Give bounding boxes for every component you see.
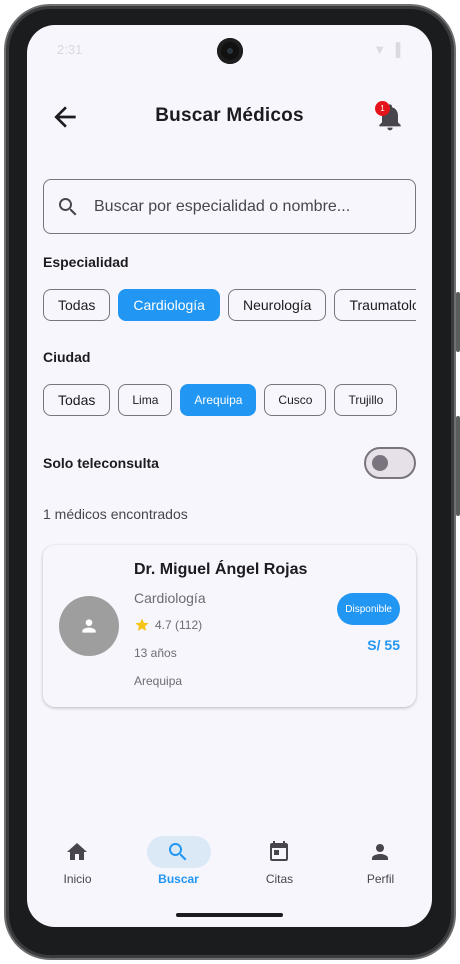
rating-text: 4.7 (112) — [155, 618, 203, 632]
bottom-navigation: Inicio Buscar Citas Perfil — [27, 822, 432, 902]
search-icon — [59, 198, 77, 216]
chip-specialty-neurologia[interactable]: Neurología — [227, 289, 327, 321]
chip-specialty-traumatologia[interactable]: Traumatolo — [334, 289, 416, 321]
app-screen: 2:31 ▼ ▌ Buscar Médicos 1 Especialidad T… — [27, 25, 432, 927]
specialty-chips: Todas Cardiología Neurología Traumatolo — [43, 289, 416, 321]
search-field[interactable] — [43, 179, 416, 234]
chip-city-cusco[interactable]: Cusco — [264, 384, 327, 416]
notification-badge: 1 — [375, 101, 390, 116]
chip-specialty-todas[interactable]: Todas — [43, 289, 111, 321]
status-time: 2:31 — [57, 42, 83, 57]
nav-item-buscar[interactable]: Buscar — [128, 822, 229, 892]
volume-button — [456, 292, 460, 352]
nav-label-inicio: Inicio — [63, 872, 92, 886]
teleconsult-label: Solo teleconsulta — [43, 455, 159, 471]
app-bar: Buscar Médicos 1 — [27, 93, 432, 139]
system-icons: ▼ ▌ — [373, 42, 408, 57]
nav-item-inicio[interactable]: Inicio — [27, 822, 128, 892]
city-chips: Todas Lima Arequipa Cusco Trujillo — [43, 384, 398, 416]
notifications-button[interactable]: 1 — [374, 101, 406, 133]
doctor-card[interactable]: Dr. Miguel Ángel Rojas Cardiología 4.7 (… — [43, 545, 416, 707]
teleconsult-row: Solo teleconsulta — [43, 447, 416, 479]
search-icon — [169, 843, 187, 861]
switch-knob — [372, 455, 388, 471]
nav-label-citas: Citas — [265, 872, 294, 886]
chip-city-lima[interactable]: Lima — [118, 384, 173, 416]
availability-badge: Disponible — [337, 593, 400, 625]
home-icon — [67, 843, 87, 860]
star-icon — [135, 618, 149, 631]
doctor-city: Arequipa — [134, 674, 183, 688]
chip-specialty-cardiologia[interactable]: Cardiología — [118, 289, 220, 321]
doctor-name: Dr. Miguel Ángel Rojas — [134, 561, 308, 578]
calendar-icon — [270, 841, 288, 861]
search-input[interactable] — [94, 195, 404, 219]
chip-city-todas[interactable]: Todas — [43, 384, 111, 416]
teleconsult-switch[interactable] — [364, 447, 416, 479]
avatar — [59, 596, 119, 656]
city-label: Ciudad — [43, 349, 91, 365]
nav-item-citas[interactable]: Citas — [229, 822, 330, 892]
camera-cutout — [217, 38, 243, 64]
doctor-experience: 13 años — [134, 646, 177, 660]
doctor-price: S/ 55 — [367, 637, 400, 653]
nav-label-buscar: Buscar — [158, 872, 199, 886]
nav-label-perfil: Perfil — [366, 872, 395, 886]
specialty-label: Especialidad — [43, 254, 129, 270]
nav-item-perfil[interactable]: Perfil — [330, 822, 431, 892]
chip-city-arequipa[interactable]: Arequipa — [180, 384, 257, 416]
gesture-home-indicator[interactable] — [176, 913, 283, 917]
chip-city-trujillo[interactable]: Trujillo — [334, 384, 398, 416]
power-button — [456, 416, 460, 516]
doctor-specialty: Cardiología — [134, 590, 206, 606]
doctor-rating: 4.7 (112) — [134, 617, 202, 633]
person-icon — [372, 844, 388, 860]
results-count: 1 médicos encontrados — [43, 506, 188, 522]
person-icon — [82, 619, 96, 633]
page-title: Buscar Médicos — [155, 105, 304, 126]
